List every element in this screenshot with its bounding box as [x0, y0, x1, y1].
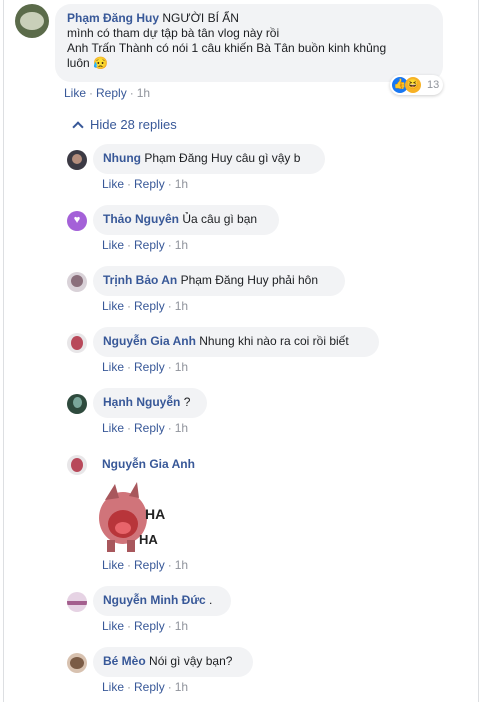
like-link[interactable]: Like: [102, 238, 124, 252]
timestamp[interactable]: 1h: [137, 86, 150, 100]
timestamp[interactable]: 1h: [175, 360, 188, 374]
chevron-up-icon: [72, 120, 84, 133]
sticker-text: HA: [139, 532, 158, 547]
avatar[interactable]: [67, 394, 87, 414]
reply-actions: Like · Reply · 1h: [102, 421, 189, 435]
comment-text-line: Anh Trấn Thành có nói 1 câu khiến Bà Tân…: [67, 41, 387, 55]
reply-author[interactable]: Hạnh Nguyễn: [103, 395, 180, 409]
reply-bubble: Bé Mèo Nói gì vậy bạn?: [93, 647, 253, 677]
reply-bubble: Nguyễn Minh Đức .: [93, 586, 231, 616]
heart-icon: ♥: [73, 214, 81, 226]
reply-link[interactable]: Reply: [134, 360, 165, 374]
reply-bubble: Hạnh Nguyễn ?: [93, 388, 207, 418]
reply-bubble: Nhung Phạm Đăng Huy câu gì vậy b: [93, 144, 325, 174]
reply-link[interactable]: Reply: [134, 680, 165, 694]
timestamp[interactable]: 1h: [175, 177, 188, 191]
reply-link[interactable]: Reply: [134, 299, 165, 313]
reply-link[interactable]: Reply: [96, 86, 127, 100]
reply-text: ?: [183, 395, 191, 409]
sticker-text: HA: [145, 506, 166, 522]
reply-link[interactable]: Reply: [134, 177, 165, 191]
reply-author[interactable]: Nguyễn Gia Anh: [103, 334, 196, 348]
reply-author[interactable]: Nguyễn Minh Đức: [103, 593, 206, 607]
reply-text: Phạm Đăng Huy câu gì vậy b: [144, 151, 301, 165]
comment-text-line: mình có tham dự tập bà tân vlog này rồi: [67, 26, 280, 40]
like-link[interactable]: Like: [102, 299, 124, 313]
comment-text-line: luôn: [67, 56, 90, 70]
like-link[interactable]: Like: [64, 86, 86, 100]
avatar[interactable]: [15, 4, 49, 38]
reply-author[interactable]: Nguyễn Gia Anh: [102, 457, 195, 471]
timestamp[interactable]: 1h: [175, 619, 188, 633]
reaction-summary[interactable]: 👍 😆 13: [390, 75, 444, 95]
timestamp[interactable]: 1h: [175, 238, 188, 252]
reply-actions: Like · Reply · 1h: [102, 558, 189, 572]
reply-link[interactable]: Reply: [134, 619, 165, 633]
reply-bubble: Trịnh Bảo An Phạm Đăng Huy phải hôn: [93, 266, 345, 296]
reply-actions: Like · Reply · 1h: [102, 680, 189, 694]
reply-author[interactable]: Thảo Nguyên: [103, 212, 179, 226]
avatar[interactable]: [67, 272, 87, 292]
comment-bubble: Phạm Đăng Huy NGƯỜI BÍ ẨN mình có tham d…: [55, 4, 443, 82]
avatar[interactable]: [67, 150, 87, 170]
reply-bubble: Nguyễn Gia Anh Nhung khi nào ra coi rồi …: [93, 327, 379, 357]
reply-link[interactable]: Reply: [134, 238, 165, 252]
reply-bubble: Thảo Nguyên Ủa câu gì bạn: [93, 205, 279, 235]
like-link[interactable]: Like: [102, 177, 124, 191]
hide-replies-toggle[interactable]: Hide 28 replies: [72, 117, 177, 133]
comment-author[interactable]: Phạm Đăng Huy: [67, 11, 159, 25]
reply-actions: Like · Reply · 1h: [102, 360, 189, 374]
haha-reaction-icon: 😆: [405, 77, 421, 93]
avatar[interactable]: [67, 455, 87, 475]
reply-actions: Like · Reply · 1h: [102, 619, 189, 633]
comment-text-line: NGƯỜI BÍ ẨN: [162, 11, 239, 25]
reply-actions: Like · Reply · 1h: [102, 238, 189, 252]
avatar[interactable]: [67, 653, 87, 673]
reply-text: Ủa câu gì bạn: [182, 212, 258, 226]
avatar[interactable]: [67, 592, 87, 612]
reply-author[interactable]: Trịnh Bảo An: [103, 273, 177, 287]
reply-actions: Like · Reply · 1h: [102, 299, 189, 313]
reply-text: Nhung khi nào ra coi rồi biết: [199, 334, 349, 348]
reply-link[interactable]: Reply: [134, 558, 165, 572]
like-link[interactable]: Like: [102, 421, 124, 435]
avatar[interactable]: ♥: [67, 211, 87, 231]
timestamp[interactable]: 1h: [175, 421, 188, 435]
like-link[interactable]: Like: [102, 360, 124, 374]
reply-author-line: Nguyễn Gia Anh: [102, 457, 195, 471]
reaction-count: 13: [427, 79, 440, 91]
haha-sticker[interactable]: HA HA: [93, 478, 173, 556]
like-link[interactable]: Like: [102, 680, 124, 694]
reply-text: .: [209, 593, 213, 607]
timestamp[interactable]: 1h: [175, 299, 188, 313]
reply-actions: Like · Reply · 1h: [102, 177, 189, 191]
reply-author[interactable]: Bé Mèo: [103, 654, 146, 668]
timestamp[interactable]: 1h: [175, 680, 188, 694]
sad-emoji-icon: 😥: [93, 56, 108, 70]
like-link[interactable]: Like: [102, 619, 124, 633]
reply-author[interactable]: Nhung: [103, 151, 141, 165]
comment-actions: Like · Reply · 1h: [64, 86, 151, 100]
reply-text: Phạm Đăng Huy phải hôn: [180, 273, 318, 287]
hide-replies-label: Hide 28 replies: [90, 117, 177, 132]
avatar[interactable]: [67, 333, 87, 353]
avatar-image: [20, 12, 44, 30]
reply-text: Nói gì vậy bạn?: [149, 654, 233, 668]
like-link[interactable]: Like: [102, 558, 124, 572]
reply-link[interactable]: Reply: [134, 421, 165, 435]
timestamp[interactable]: 1h: [175, 558, 188, 572]
